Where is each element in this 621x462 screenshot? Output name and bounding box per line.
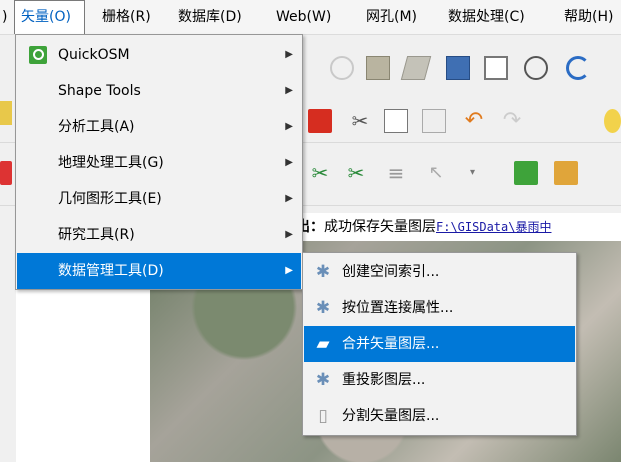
dropdown-icon[interactable]: ▾ — [470, 161, 482, 185]
menu-item-label: 创建空间索引... — [342, 264, 440, 280]
menu-item-label: 几何图形工具(E) — [58, 191, 162, 207]
layer-icon[interactable] — [366, 56, 390, 80]
copy-icon[interactable] — [384, 109, 408, 133]
quickosm-icon — [29, 46, 47, 64]
split-icon[interactable]: ✂ — [308, 161, 332, 185]
menu-item-label: Shape Tools — [58, 83, 141, 99]
message-path-link[interactable]: F:\GISData\暴雨中 — [436, 220, 551, 234]
plugin-icon[interactable] — [554, 161, 578, 185]
identify-icon[interactable] — [330, 56, 354, 80]
menu-item-geometry-tools[interactable]: 几何图形工具(E) ▶ — [17, 181, 301, 217]
menu-item-quickosm[interactable]: QuickOSM ▶ — [17, 37, 301, 73]
split-layer-icon: ▯ — [318, 406, 328, 426]
align-icon[interactable]: ≡ — [384, 161, 408, 185]
undo-icon[interactable]: ↶ — [462, 109, 486, 133]
menu-item-label: 研究工具(R) — [58, 227, 135, 243]
clock-icon[interactable] — [524, 56, 548, 80]
menu-item-geoprocessing-tools[interactable]: 地理处理工具(G) ▶ — [17, 145, 301, 181]
message-bar: 出：成功保存矢量图层F:\GISData\暴雨中 — [296, 213, 621, 241]
label-icon[interactable] — [604, 109, 621, 133]
menu-item-join-attributes-by-location[interactable]: ✱ 按位置连接属性... — [304, 290, 575, 326]
menu-item-label: 按位置连接属性... — [342, 300, 454, 316]
menu-item-split-vector-layer[interactable]: ▯ 分割矢量图层... — [304, 398, 575, 434]
menu-database[interactable]: 数据库(D) — [172, 0, 248, 34]
merge-icon[interactable]: ✂ — [344, 161, 368, 185]
menu-web[interactable]: Web(W) — [270, 0, 337, 34]
menu-partial[interactable]: ) — [0, 0, 13, 34]
submenu-arrow-icon: ▶ — [285, 265, 293, 276]
message-text: 成功保存矢量图层 — [324, 219, 436, 235]
menu-help[interactable]: 帮助(H) — [558, 0, 619, 34]
submenu-arrow-icon: ▶ — [285, 157, 293, 168]
paste-icon[interactable] — [422, 109, 446, 133]
menu-item-merge-vector-layers[interactable]: ▰ 合并矢量图层... — [304, 326, 575, 362]
refresh-icon[interactable] — [566, 56, 590, 80]
submenu-arrow-icon: ▶ — [285, 121, 293, 132]
menu-item-label: 地理处理工具(G) — [58, 155, 164, 171]
menu-item-label: 数据管理工具(D) — [58, 263, 164, 279]
menu-item-data-management-tools[interactable]: 数据管理工具(D) ▶ — [17, 253, 301, 289]
cut-icon[interactable]: ✂ — [348, 109, 372, 133]
vector-menu: QuickOSM ▶ Shape Tools ▶ 分析工具(A) ▶ 地理处理工… — [15, 34, 303, 290]
menu-item-analysis-tools[interactable]: 分析工具(A) ▶ — [17, 109, 301, 145]
layer-style-icon[interactable] — [400, 56, 432, 80]
menu-item-label: QuickOSM — [58, 47, 130, 63]
merge-layers-icon: ▰ — [316, 334, 330, 354]
menu-item-create-spatial-index[interactable]: ✱ 创建空间索引... — [304, 254, 575, 290]
menu-mesh[interactable]: 网孔(M) — [360, 0, 423, 34]
select-icon[interactable]: ↖ — [424, 161, 448, 185]
pencil-icon[interactable] — [0, 101, 12, 125]
data-management-submenu: ✱ 创建空间索引... ✱ 按位置连接属性... ▰ 合并矢量图层... ✱ 重… — [302, 252, 577, 436]
menu-item-label: 合并矢量图层... — [342, 336, 440, 352]
quickosm-toolbar-icon[interactable] — [514, 161, 538, 185]
bookmark-icon[interactable] — [446, 56, 470, 80]
menu-item-reproject-layer[interactable]: ✱ 重投影图层... — [304, 362, 575, 398]
frame-icon[interactable] — [484, 56, 508, 80]
menu-vector[interactable]: 矢量(O) — [14, 0, 85, 34]
menu-processing[interactable]: 数据处理(C) — [442, 0, 531, 34]
menu-item-shape-tools[interactable]: Shape Tools ▶ — [17, 73, 301, 109]
menu-item-label: 分割矢量图层... — [342, 408, 440, 424]
remove-icon[interactable] — [0, 161, 12, 185]
menu-item-label: 分析工具(A) — [58, 119, 135, 135]
menu-item-research-tools[interactable]: 研究工具(R) ▶ — [17, 217, 301, 253]
gear-icon: ✱ — [315, 298, 331, 318]
submenu-arrow-icon: ▶ — [285, 229, 293, 240]
gear-icon: ✱ — [315, 262, 331, 282]
redo-icon[interactable]: ↷ — [500, 109, 524, 133]
submenu-arrow-icon: ▶ — [285, 193, 293, 204]
gear-icon: ✱ — [315, 370, 331, 390]
menu-bar: ) 矢量(O) 栅格(R) 数据库(D) Web(W) 网孔(M) 数据处理(C… — [0, 0, 621, 35]
delete-icon[interactable] — [308, 109, 332, 133]
submenu-arrow-icon: ▶ — [285, 49, 293, 60]
menu-raster[interactable]: 栅格(R) — [96, 0, 157, 34]
menu-item-label: 重投影图层... — [342, 372, 426, 388]
submenu-arrow-icon: ▶ — [285, 85, 293, 96]
